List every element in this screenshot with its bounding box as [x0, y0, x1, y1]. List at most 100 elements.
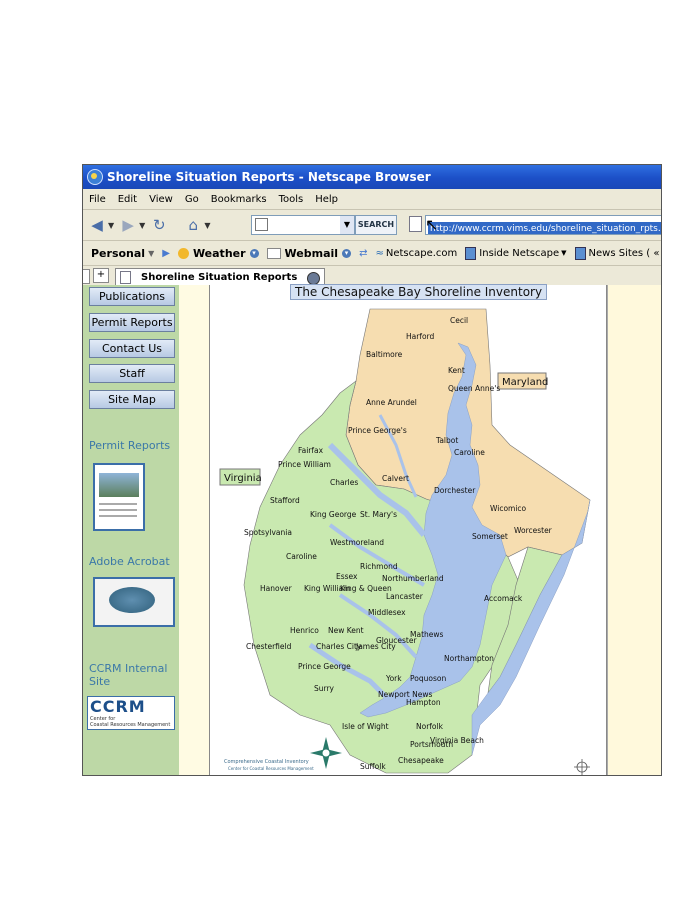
- north-arrow-icon: [574, 759, 590, 775]
- county-label: Hanover: [260, 584, 293, 593]
- netscape-icon: [87, 169, 103, 185]
- map-title: The Chesapeake Bay Shoreline Inventory: [290, 284, 548, 300]
- permit-reports-button[interactable]: Permit Reports: [89, 313, 175, 332]
- county-label: Somerset: [472, 532, 508, 541]
- county-label: Fairfax: [298, 446, 324, 455]
- back-dropdown-icon[interactable]: ▼: [108, 221, 114, 230]
- text-line: [99, 503, 137, 505]
- page-icon: [409, 216, 422, 232]
- mail-icon: [266, 247, 281, 259]
- county-label: Charles: [330, 478, 358, 487]
- map-footer-sub: Center for Coastal Resources Management: [228, 766, 314, 771]
- county-label: Hampton: [406, 698, 441, 707]
- tab-scroll-left[interactable]: [83, 269, 90, 284]
- webmail-dropdown-icon: ▾: [342, 248, 352, 258]
- title-bar[interactable]: Shoreline Situation Reports - Netscape B…: [83, 165, 661, 189]
- left-gutter: [179, 285, 209, 775]
- forward-dropdown-icon[interactable]: ▼: [139, 221, 145, 230]
- map-footer: Comprehensive Coastal Inventory: [224, 759, 309, 765]
- county-label: Caroline: [454, 448, 485, 457]
- menu-edit[interactable]: Edit: [118, 194, 137, 205]
- menu-view[interactable]: View: [149, 194, 173, 205]
- menu-go[interactable]: Go: [185, 194, 199, 205]
- county-label: Worcester: [514, 526, 553, 535]
- personal-dropdown-icon: ▼: [148, 248, 155, 258]
- home-dropdown-icon[interactable]: ▼: [204, 221, 210, 230]
- news-sites-bookmark[interactable]: News Sites ( «: [574, 246, 660, 260]
- county-label: Essex: [336, 572, 358, 581]
- county-label: Queen Anne's: [448, 384, 500, 393]
- county-label: Dorchester: [434, 486, 476, 495]
- county-label: Caroline: [286, 552, 317, 561]
- county-label: Virginia Beach: [430, 736, 484, 745]
- navigation-toolbar: ◀ ▼ ▶ ▼ ↻ ⌂ ▼ ▼ SEARCH http://www.ccrm.v…: [83, 210, 661, 241]
- county-label: Prince George's: [348, 426, 407, 435]
- weather-button[interactable]: Weather ▾: [177, 246, 259, 260]
- bookmarks-toolbar: Personal ▼ ▶ Weather ▾ Webmail ▾ ⇄ ≈ Net…: [83, 241, 661, 266]
- publications-button[interactable]: Publications: [89, 287, 175, 306]
- search-button[interactable]: SEARCH: [355, 215, 397, 235]
- ccrm-logo[interactable]: CCRM Center for Coastal Resources Managem…: [87, 696, 175, 730]
- search-input[interactable]: ▼: [251, 215, 355, 235]
- webmail-button[interactable]: Webmail ▾: [266, 247, 352, 260]
- url-text: http://www.ccrm.vims.edu/shoreline_situa…: [428, 222, 661, 234]
- page-content: Publications Permit Reports Contact Us S…: [83, 284, 661, 775]
- site-map-button[interactable]: Site Map: [89, 390, 175, 409]
- ccrm-internal-link[interactable]: CCRM Internal Site: [89, 662, 173, 688]
- county-label: Stafford: [270, 496, 300, 505]
- weather-label: Weather: [192, 246, 246, 260]
- menu-tools[interactable]: Tools: [279, 194, 304, 205]
- menu-file[interactable]: File: [89, 194, 106, 205]
- county-label: Isle of Wight: [342, 722, 389, 731]
- folder-icon: [574, 246, 586, 260]
- sidebar-toggle-icon[interactable]: ▶: [162, 248, 170, 259]
- page-icon: [120, 271, 131, 284]
- home-icon[interactable]: ⌂: [183, 215, 203, 235]
- new-tab-icon[interactable]: +: [93, 268, 109, 283]
- county-label: Northampton: [444, 654, 494, 663]
- county-label: St. Mary's: [360, 510, 397, 519]
- county-label: Poquoson: [410, 674, 446, 683]
- county-label: Northumberland: [382, 574, 444, 583]
- forward-icon[interactable]: ▶: [118, 215, 138, 235]
- search-engine-dropdown-icon[interactable]: ▼: [340, 216, 354, 234]
- virginia-label: Virginia: [219, 468, 262, 486]
- county-label: King George: [310, 510, 357, 519]
- report-cover-image: [99, 473, 139, 497]
- permit-reports-link[interactable]: Permit Reports: [89, 439, 170, 452]
- county-label: Mathews: [410, 630, 444, 639]
- reload-icon[interactable]: ↻: [149, 215, 169, 235]
- county-label: Chesterfield: [246, 642, 292, 651]
- county-label: Prince William: [278, 460, 331, 469]
- window-title: Shoreline Situation Reports - Netscape B…: [107, 170, 431, 184]
- county-label: King & Queen: [340, 584, 392, 593]
- text-line: [99, 509, 137, 511]
- county-label: Kent: [448, 366, 465, 375]
- chesapeake-map[interactable]: Maryland Virginia Cecil HarfordBaltimore K…: [210, 285, 606, 775]
- url-field[interactable]: http://www.ccrm.vims.edu/shoreline_situa…: [425, 215, 661, 235]
- county-label: New Kent: [328, 626, 364, 635]
- ccrm-logo-subtext: Center for Coastal Resources Management: [90, 716, 170, 728]
- adobe-acrobat-link[interactable]: Adobe Acrobat: [89, 555, 170, 568]
- contact-us-button[interactable]: Contact Us: [89, 339, 175, 358]
- county-label: Talbot: [435, 436, 458, 445]
- maryland-label-text: Maryland: [502, 377, 548, 388]
- county-label: Chesapeake: [398, 756, 444, 765]
- back-icon[interactable]: ◀: [87, 215, 107, 235]
- personal-bookmarks[interactable]: Personal ▼: [91, 247, 154, 260]
- netscape-bookmark[interactable]: ≈ Netscape.com: [375, 248, 457, 259]
- menu-bookmarks[interactable]: Bookmarks: [211, 194, 267, 205]
- site-sidebar: Publications Permit Reports Contact Us S…: [83, 285, 179, 775]
- virginia-label-text: Virginia: [224, 473, 262, 484]
- permit-report-thumbnail[interactable]: [93, 463, 145, 531]
- inside-netscape-bookmark[interactable]: Inside Netscape ▼: [465, 246, 567, 260]
- staff-button[interactable]: Staff: [89, 364, 175, 383]
- county-label: Prince George: [298, 662, 351, 671]
- adobe-acrobat-image[interactable]: [93, 577, 175, 627]
- sync-icon[interactable]: ⇄: [359, 248, 367, 259]
- county-label: Middlesex: [368, 608, 406, 617]
- ccrm-logo-text: CCRM: [90, 697, 146, 716]
- netscape-label: Netscape.com: [385, 247, 458, 259]
- right-gutter: [607, 285, 661, 775]
- menu-help[interactable]: Help: [315, 194, 338, 205]
